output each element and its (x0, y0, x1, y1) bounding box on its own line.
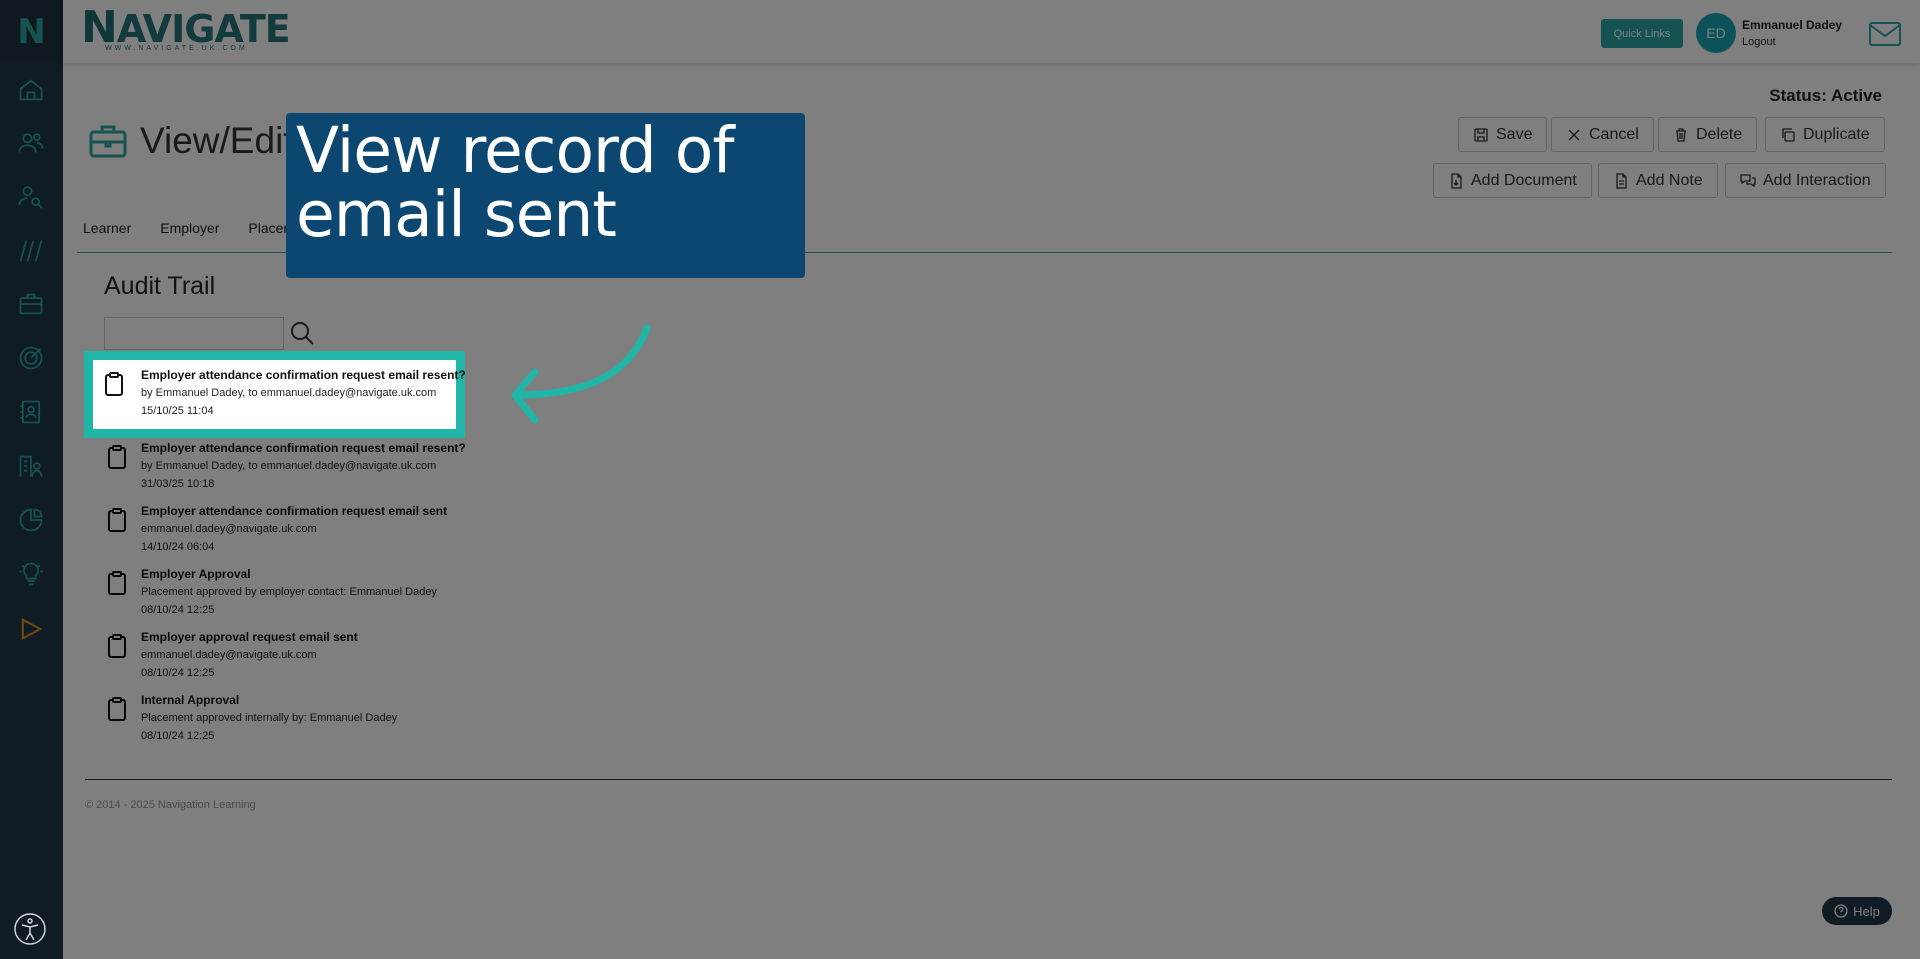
audit-item-timestamp: 15/10/25 11:04 (141, 405, 214, 417)
pointer-arrow-icon (511, 324, 651, 424)
audit-item-detail: by Emmanuel Dadey, to emmanuel.dadey@nav… (141, 387, 437, 399)
callout-text: View record of email sent (296, 114, 735, 251)
tutorial-callout: View record of email sent (286, 113, 805, 278)
clipboard-icon (105, 372, 123, 396)
accessibility-icon[interactable] (13, 912, 47, 946)
audit-item-title: Employer attendance confirmation request… (141, 368, 466, 382)
highlighted-list-item[interactable]: Employer attendance confirmation request… (84, 351, 466, 438)
